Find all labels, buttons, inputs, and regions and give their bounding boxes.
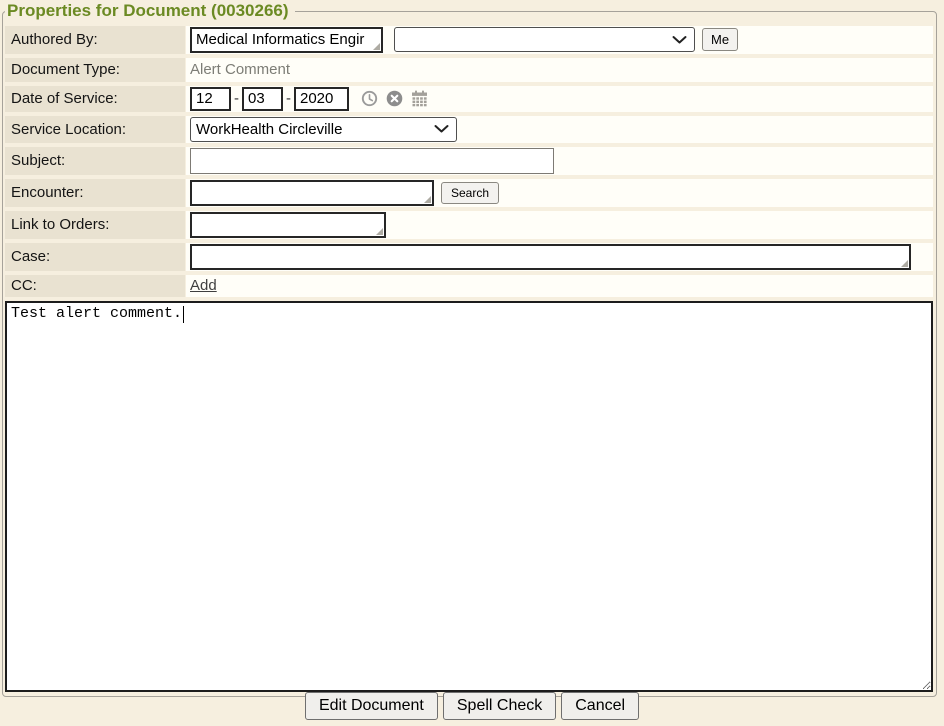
case-label: Case:	[5, 243, 185, 271]
authored-by-label: Authored By:	[5, 26, 185, 54]
row-cc: CC: Add	[5, 275, 933, 297]
row-date-of-service: Date of Service: - -	[5, 86, 933, 112]
date-separator: -	[234, 90, 239, 107]
footer-button-bar: Edit Document Spell Check Cancel	[0, 692, 944, 720]
authored-by-input[interactable]	[190, 27, 383, 53]
row-service-location: Service Location: WorkHealth Circleville	[5, 116, 933, 143]
encounter-label: Encounter:	[5, 179, 185, 207]
clock-icon[interactable]	[361, 90, 378, 107]
document-body-textarea[interactable]: Test alert comment.	[5, 301, 933, 692]
row-subject: Subject:	[5, 147, 933, 175]
date-year-input[interactable]	[294, 87, 349, 111]
encounter-input[interactable]	[190, 180, 434, 206]
row-case: Case:	[5, 243, 933, 271]
date-day-input[interactable]	[242, 87, 283, 111]
edit-document-button[interactable]: Edit Document	[305, 692, 438, 720]
service-location-label: Service Location:	[5, 116, 185, 143]
me-button[interactable]: Me	[702, 28, 738, 51]
date-of-service-label: Date of Service:	[5, 86, 185, 112]
row-encounter: Encounter: Search	[5, 179, 933, 207]
clear-icon[interactable]	[386, 90, 403, 107]
date-month-input[interactable]	[190, 87, 231, 111]
cc-label: CC:	[5, 275, 185, 297]
properties-fieldset: Properties for Document (0030266) Author…	[2, 2, 937, 697]
subject-label: Subject:	[5, 147, 185, 175]
row-link-to-orders: Link to Orders:	[5, 211, 933, 239]
date-separator: -	[286, 90, 291, 107]
link-to-orders-input[interactable]	[190, 212, 386, 238]
text-cursor	[183, 306, 184, 323]
calendar-icon[interactable]	[411, 90, 428, 107]
subject-input[interactable]	[190, 148, 554, 174]
document-body-container: Test alert comment.	[5, 301, 933, 692]
document-type-label: Document Type:	[5, 58, 185, 82]
link-to-orders-label: Link to Orders:	[5, 211, 185, 239]
row-document-type: Document Type: Alert Comment	[5, 58, 933, 82]
row-authored-by: Authored By: Me	[5, 26, 933, 54]
authored-by-select[interactable]	[394, 27, 695, 52]
spell-check-button[interactable]: Spell Check	[443, 692, 556, 720]
search-button[interactable]: Search	[441, 182, 499, 204]
service-location-select[interactable]: WorkHealth Circleville	[190, 117, 457, 142]
case-input[interactable]	[190, 244, 911, 270]
cc-add-link[interactable]: Add	[190, 277, 217, 294]
cancel-button[interactable]: Cancel	[561, 692, 639, 720]
document-type-value: Alert Comment	[190, 61, 290, 78]
page-title: Properties for Document (0030266)	[5, 2, 295, 21]
